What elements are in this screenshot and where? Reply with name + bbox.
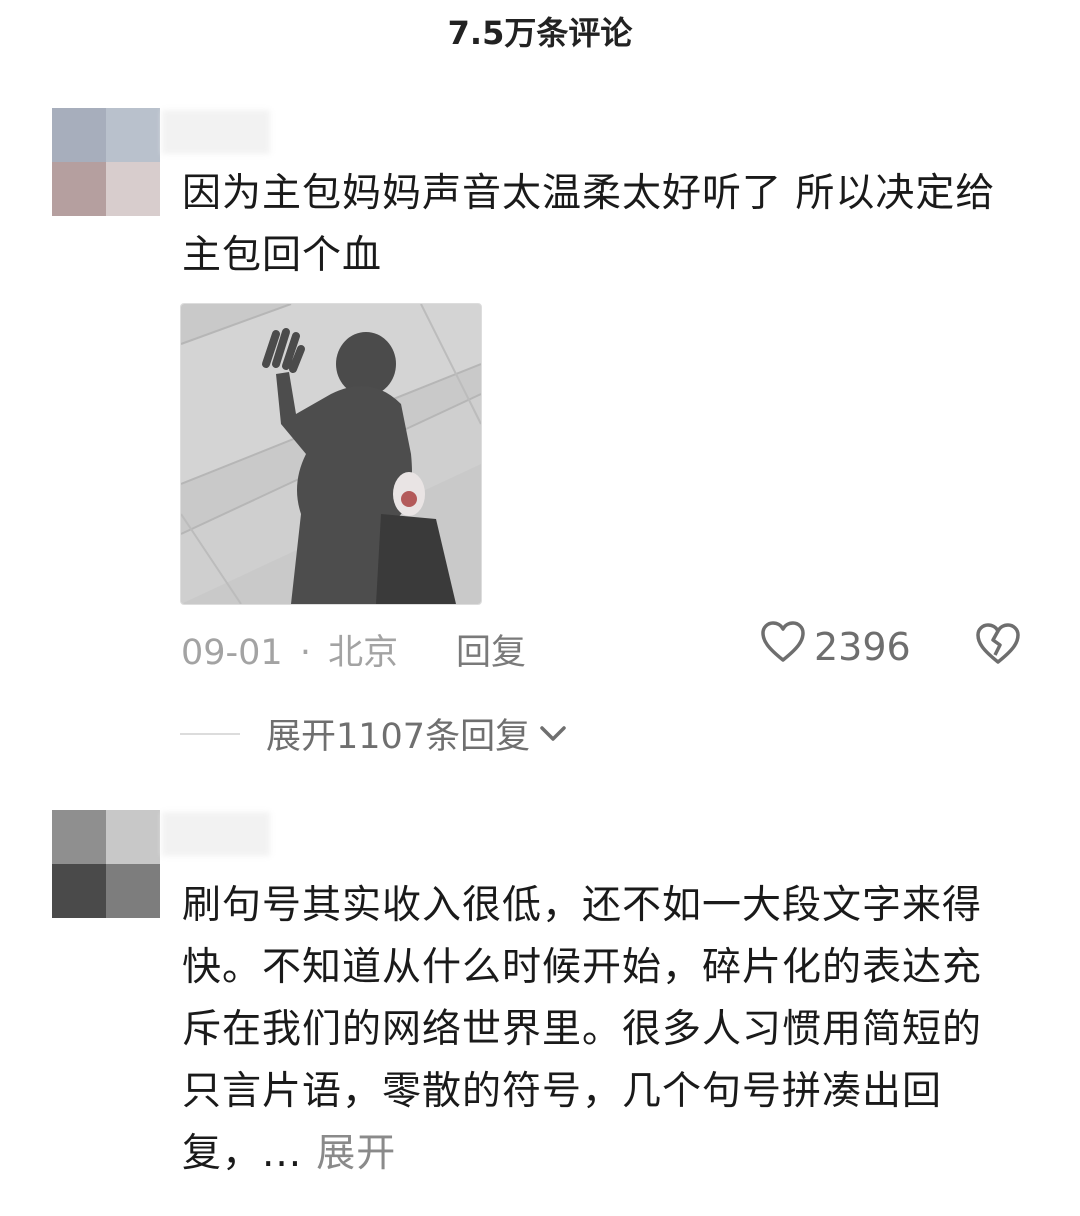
expand-text-button[interactable]: 展开 [316, 1131, 396, 1176]
comment-image[interactable] [180, 303, 482, 605]
comment-text: 刷句号其实收入很低，还不如一大段文字来得快。不知道从什么时候开始，碎片化的表达充… [182, 875, 1012, 1185]
comment-body: 刷句号其实收入很低，还不如一大段文字来得快。不知道从什么时候开始，碎片化的表达充… [182, 883, 983, 1176]
broken-heart-icon [974, 623, 1022, 670]
heart-outline-icon [760, 620, 806, 673]
comment-text: 因为主包妈妈声音太温柔太好听了 所以决定给主包回个血 [182, 171, 996, 278]
reply-button[interactable]: 回复 [456, 624, 526, 675]
avatar[interactable] [52, 810, 160, 918]
divider-line [180, 732, 240, 735]
meta-separator: · [299, 633, 311, 673]
chevron-down-icon [538, 724, 568, 744]
comments-count-title: 7.5万条评论 [447, 14, 633, 52]
username-redacted [162, 110, 270, 154]
like-button[interactable]: 2396 [760, 620, 911, 673]
dislike-button[interactable] [974, 622, 1022, 670]
expand-replies-label: 展开1107条回复 [266, 717, 531, 757]
username-redacted [162, 812, 270, 856]
shadow-photo [181, 304, 481, 604]
comment-meta: 09-01 · 北京 [181, 624, 398, 675]
like-count: 2396 [814, 624, 911, 669]
comment-date: 09-01 [181, 633, 283, 673]
avatar[interactable] [52, 108, 160, 216]
expand-replies-button[interactable]: 展开1107条回复 [180, 708, 568, 759]
comment-location: 北京 [328, 633, 399, 673]
